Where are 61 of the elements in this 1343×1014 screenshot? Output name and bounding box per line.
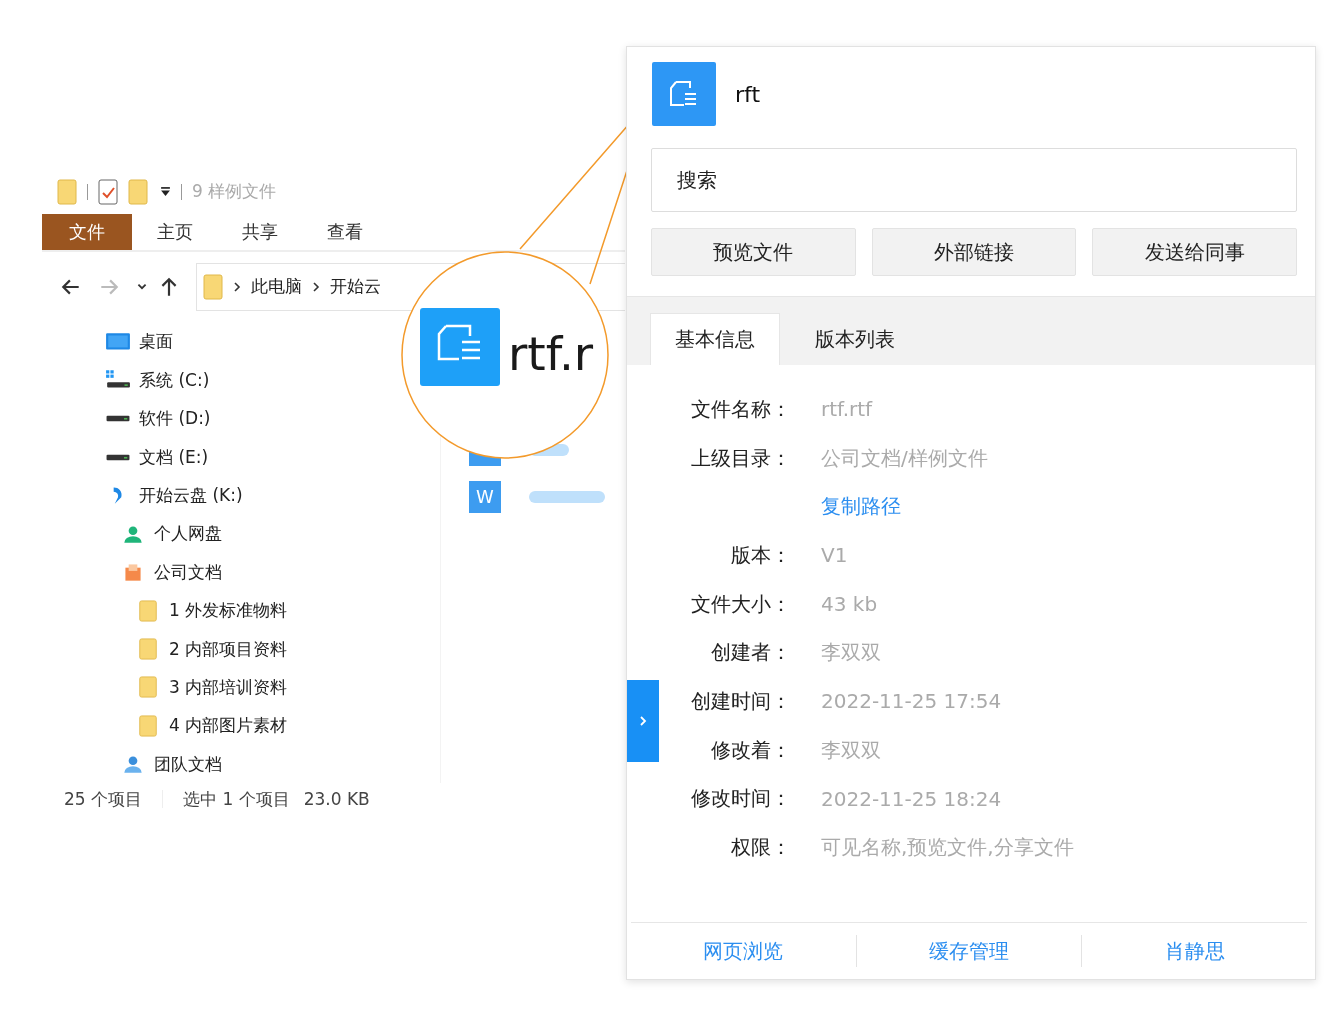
action-button[interactable]: 预览文件 [651, 228, 856, 276]
callout-file-name: rtf.r [508, 326, 594, 381]
field-label: 修改时间： [690, 785, 791, 813]
field-value: V1 [821, 542, 849, 570]
action-button[interactable]: 发送给同事 [1092, 228, 1297, 276]
tree-item[interactable]: 团队文档 [154, 752, 222, 776]
field-value: 李双双 [821, 639, 882, 667]
field-value: rtf.rtf [821, 396, 874, 424]
status-text: 选中 1 个项目 [183, 787, 290, 811]
tree-item[interactable]: 文档 (E:) [139, 445, 209, 469]
checklist-icon[interactable] [98, 178, 118, 205]
tree-item[interactable]: 桌面 [139, 330, 173, 354]
field-value: 可见名称,预览文件,分享文件 [821, 834, 1075, 862]
tree-item[interactable]: 3 内部培训资料 [169, 675, 288, 699]
field-value: 2022-11-25 18:24 [821, 785, 1003, 813]
field-value: 2022-11-25 17:54 [821, 688, 1003, 716]
status-text: 25 个项目 [64, 787, 143, 811]
tree-item[interactable]: 公司文档 [154, 560, 222, 584]
tree-item[interactable]: 2 内部项目资料 [169, 637, 288, 661]
document-icon [652, 62, 716, 126]
tree-item[interactable]: 个人网盘 [154, 522, 222, 546]
field-label: 文件名称： [690, 395, 791, 423]
tab[interactable]: 基本信息 [650, 313, 780, 365]
chevron-right-icon [638, 715, 648, 727]
folder-icon [203, 273, 223, 300]
action-button[interactable]: 外部链接 [871, 228, 1077, 276]
document-icon [420, 308, 500, 386]
monitor-icon [105, 330, 131, 353]
field-label: 文件大小： [690, 590, 791, 618]
drive-icon [106, 415, 130, 423]
field-value: 43 kb [821, 591, 879, 619]
file-name: rft [735, 81, 761, 107]
status-text: 23.0 KB [303, 789, 370, 810]
collapse-handle[interactable] [627, 680, 659, 762]
dropdown-icon[interactable] [160, 186, 171, 198]
field-value: 公司文档/样例文件 [821, 444, 989, 472]
field-label: 创建者： [710, 639, 791, 667]
field-label: 创建时间： [690, 687, 791, 715]
chevron-right-icon [312, 281, 320, 292]
field-label: 修改着： [710, 736, 791, 764]
window-title: 9 样例文件 [192, 180, 277, 204]
field-value: 李双双 [821, 736, 882, 764]
chevron-right-icon [233, 281, 241, 292]
word-file-icon: W [469, 480, 501, 513]
tree-item[interactable]: 软件 (D:) [139, 407, 211, 431]
tree-item[interactable]: 系统 (C:) [139, 368, 210, 392]
ribbon-tab[interactable]: 主页 [132, 214, 217, 250]
ribbon-tab[interactable]: 文件 [42, 214, 132, 250]
search-field[interactable]: 搜索 [651, 148, 1297, 212]
breadcrumb-item[interactable]: 开始云 [330, 275, 381, 299]
field-label: 权限： [730, 834, 791, 862]
tree-item[interactable]: 开始云盘 (K:) [139, 484, 243, 507]
field-label: 版本： [730, 541, 791, 569]
tree-item[interactable]: 1 外发标准物料 [169, 599, 288, 623]
field-label: 上级目录： [690, 444, 791, 472]
breadcrumb-item[interactable]: 此电脑 [251, 275, 302, 299]
drive-icon [106, 453, 130, 461]
tab[interactable]: 版本列表 [790, 313, 920, 365]
tree-item[interactable]: 4 内部图片素材 [169, 714, 288, 738]
ribbon-tab[interactable]: 查看 [302, 214, 387, 250]
ribbon-tab[interactable]: 共享 [217, 214, 302, 250]
